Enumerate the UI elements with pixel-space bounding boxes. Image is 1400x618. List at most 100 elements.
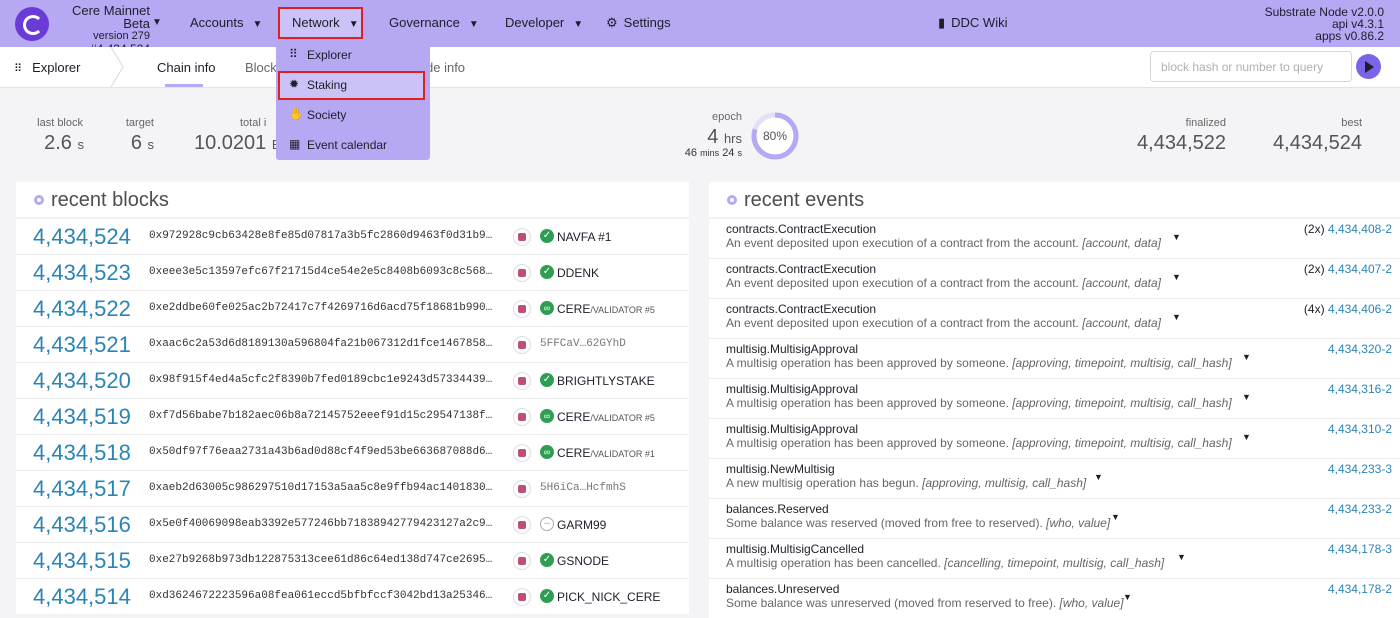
grid-icon: ⠿ (14, 63, 23, 75)
event-block-link[interactable]: 4,434,178-2 (1328, 582, 1392, 596)
nav-accounts[interactable]: Accounts ▼ (190, 15, 262, 30)
play-icon[interactable] (1356, 54, 1381, 79)
breadcrumb[interactable]: ⠿ Explorer (14, 60, 80, 75)
chevron-down-icon[interactable]: ▼ (152, 17, 162, 28)
identicon-icon[interactable] (513, 408, 531, 426)
expand-caret-icon[interactable]: ▼ (1111, 512, 1120, 522)
table-row: 4,434,514 0xd3624672223596a08fea061eccd5b… (16, 578, 689, 614)
verified-check-icon: ✓ (540, 553, 554, 567)
event-block-link[interactable]: 4,434,408-2 (1328, 222, 1392, 236)
identicon-icon[interactable] (513, 300, 531, 318)
nav-developer[interactable]: Developer ▼ (505, 15, 583, 30)
menu-item-staking[interactable]: ✹ Staking (276, 71, 430, 99)
block-author[interactable]: BRIGHTLYSTAKE (557, 374, 655, 388)
table-row: 4,434,519 0xf7d56babe7b182aec06b8a7214575… (16, 398, 689, 434)
menu-item-event-calendar[interactable]: ▦ Event calendar (276, 131, 430, 159)
block-author[interactable]: CERE/VALIDATOR #1 (557, 446, 655, 460)
identicon-icon[interactable] (513, 444, 531, 462)
expand-caret-icon[interactable]: ▼ (1242, 432, 1251, 442)
block-hash: 0xd3624672223596a08fea061eccd5bfbfccf304… (149, 590, 494, 602)
cere-logo-icon[interactable] (15, 7, 49, 41)
event-desc-text: A new multisig operation has begun. (726, 476, 919, 490)
event-block-link[interactable]: 4,434,320-2 (1328, 342, 1392, 356)
block-number-link[interactable]: 4,434,515 (33, 548, 131, 574)
table-row: 4,434,524 0x972928c9cb63428e8fe85d07817a3… (16, 218, 689, 254)
book-icon: ▮ (938, 15, 946, 30)
author-name: CERE (557, 446, 591, 460)
total-issuance-number: 10.0201 (194, 132, 267, 154)
ddc-wiki-link[interactable]: ▮ DDC Wiki (938, 15, 1007, 31)
identicon-icon[interactable] (513, 228, 531, 246)
identicon-icon[interactable] (513, 372, 531, 390)
event-row[interactable]: balances.Reserved Some balance was reserv… (709, 498, 1400, 538)
block-number-link[interactable]: 4,434,516 (33, 512, 131, 538)
identicon-icon[interactable] (513, 336, 531, 354)
event-row[interactable]: balances.Unreserved Some balance was unre… (709, 578, 1400, 618)
block-author[interactable]: NAVFA #1 (557, 230, 611, 244)
event-block-link[interactable]: 4,434,233-3 (1328, 462, 1392, 476)
expand-caret-icon[interactable]: ▼ (1094, 472, 1103, 482)
event-row[interactable]: multisig.MultisigApproval A multisig oper… (709, 338, 1400, 378)
block-author[interactable]: 5H6iCa…HcfmhS (540, 482, 626, 494)
expand-caret-icon[interactable]: ▼ (1242, 352, 1251, 362)
event-row[interactable]: contracts.ContractExecution An event depo… (709, 298, 1400, 338)
block-number-link[interactable]: 4,434,519 (33, 404, 131, 430)
event-row[interactable]: multisig.MultisigApproval A multisig oper… (709, 378, 1400, 418)
event-name: balances.Reserved (726, 502, 829, 516)
event-block-link[interactable]: 4,434,316-2 (1328, 382, 1392, 396)
block-number-link[interactable]: 4,434,514 (33, 584, 131, 610)
event-block-link[interactable]: 4,434,233-2 (1328, 502, 1392, 516)
expand-caret-icon[interactable]: ▼ (1172, 272, 1181, 282)
author-name: NAVFA #1 (557, 230, 612, 244)
block-number-link[interactable]: 4,434,523 (33, 260, 131, 286)
nav-settings[interactable]: ⚙ Settings (606, 15, 671, 31)
event-row[interactable]: multisig.MultisigApproval A multisig oper… (709, 418, 1400, 458)
event-row[interactable]: contracts.ContractExecution An event depo… (709, 258, 1400, 298)
tab-node-info[interactable]: de info (426, 60, 465, 75)
event-description: An event deposited upon execution of a c… (726, 316, 1161, 330)
event-row[interactable]: multisig.NewMultisig A new multisig opera… (709, 458, 1400, 498)
expand-caret-icon[interactable]: ▼ (1172, 232, 1181, 242)
event-block-link[interactable]: 4,434,406-2 (1328, 302, 1392, 316)
event-block-link[interactable]: 4,434,310-2 (1328, 422, 1392, 436)
nav-network[interactable]: Network ▼ (292, 15, 359, 30)
event-block-link[interactable]: 4,434,178-3 (1328, 542, 1392, 556)
menu-item-society[interactable]: ✋ Society (276, 101, 430, 129)
identicon-icon[interactable] (513, 552, 531, 570)
block-number-link[interactable]: 4,434,518 (33, 440, 131, 466)
expand-caret-icon[interactable]: ▼ (1242, 392, 1251, 402)
block-search-input[interactable] (1150, 51, 1352, 82)
block-number-link[interactable]: 4,434,520 (33, 368, 131, 394)
event-row[interactable]: multisig.MultisigCancelled A multisig ope… (709, 538, 1400, 578)
event-row[interactable]: contracts.ContractExecution An event depo… (709, 218, 1400, 258)
identicon-icon[interactable] (513, 516, 531, 534)
menu-item-explorer[interactable]: ⠿ Explorer (276, 41, 430, 69)
event-block-link[interactable]: 4,434,407-2 (1328, 262, 1392, 276)
identicon-icon[interactable] (513, 480, 531, 498)
block-number-link[interactable]: 4,434,522 (33, 296, 131, 322)
breadcrumb-label: Explorer (32, 60, 81, 75)
block-number-link[interactable]: 4,434,517 (33, 476, 131, 502)
block-author[interactable]: DDENK (557, 266, 599, 280)
nav-governance[interactable]: Governance ▼ (389, 15, 479, 30)
author-name: DDENK (557, 266, 600, 280)
block-author[interactable]: GSNODE (557, 554, 609, 568)
expand-caret-icon[interactable]: ▼ (1123, 592, 1132, 602)
identicon-icon[interactable] (513, 588, 531, 606)
block-author[interactable]: 5FFCaV…62GYhD (540, 338, 626, 350)
menu-item-label: Explorer (307, 48, 352, 62)
block-author[interactable]: PICK_NICK_CERE (557, 590, 660, 604)
event-description: Some balance was reserved (moved from fr… (726, 516, 1110, 530)
event-desc-text: A multisig operation has been cancelled. (726, 556, 941, 570)
expand-caret-icon[interactable]: ▼ (1177, 552, 1186, 562)
block-number-link[interactable]: 4,434,524 (33, 224, 131, 250)
block-author[interactable]: CERE/VALIDATOR #5 (557, 302, 655, 316)
identicon-icon[interactable] (513, 264, 531, 282)
event-args: [approving, timepoint, multisig, call_ha… (1012, 436, 1232, 450)
tab-chain-info[interactable]: Chain info (157, 60, 216, 75)
block-number-link[interactable]: 4,434,521 (33, 332, 131, 358)
block-author[interactable]: GARM99 (557, 518, 606, 532)
block-author[interactable]: CERE/VALIDATOR #5 (557, 410, 655, 424)
tab-block-details[interactable]: Block (245, 60, 277, 75)
expand-caret-icon[interactable]: ▼ (1172, 312, 1181, 322)
